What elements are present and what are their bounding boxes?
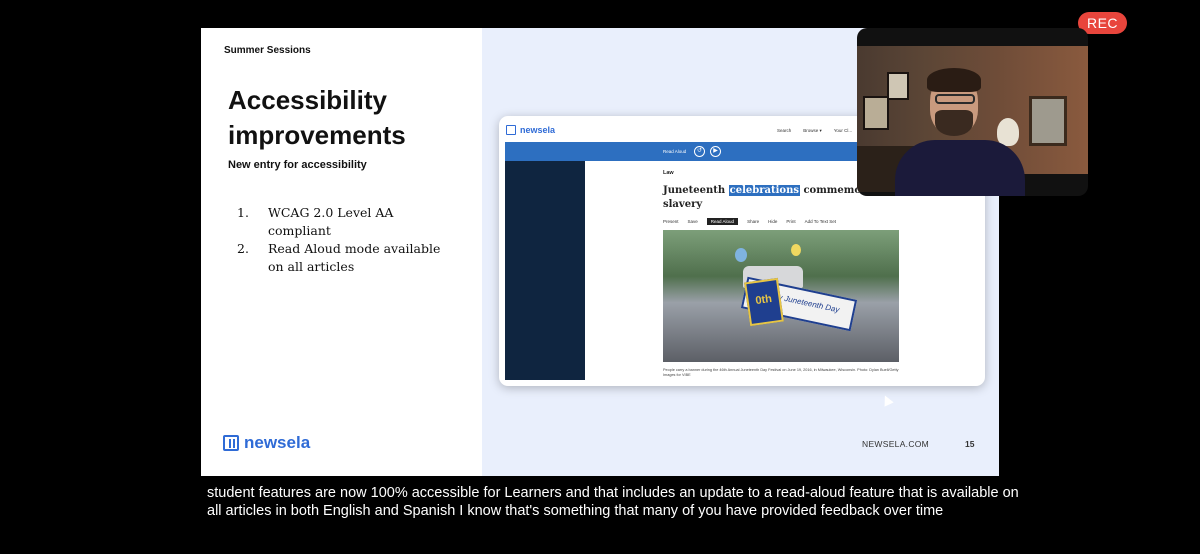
present-button[interactable]: Present — [663, 219, 679, 224]
balloon-shape — [791, 244, 801, 256]
article-logo-text: newsela — [520, 125, 556, 135]
picture-frame — [863, 96, 889, 130]
list-item: 2. Read Aloud mode available on all arti… — [237, 240, 458, 276]
list-number: 2. — [237, 241, 249, 256]
person-shirt — [895, 140, 1025, 196]
article-logo: newsela — [506, 125, 555, 135]
article-nav: Search Browse ▾ Your Cl... — [777, 128, 852, 134]
slide-logo-text: newsela — [244, 433, 311, 452]
list-item: 1. WCAG 2.0 Level AA compliant — [237, 204, 458, 240]
article-sidebar — [505, 161, 585, 380]
article-toolbar: Present Save Read Aloud Share Hide Print… — [663, 218, 836, 225]
caption-line-1: student features are now 100% accessible… — [207, 485, 1019, 501]
photo-sign: 0th — [744, 277, 784, 327]
webcam-background — [857, 46, 1088, 196]
read-aloud-button[interactable]: Read Aloud — [706, 218, 739, 225]
balloon-shape — [735, 248, 747, 262]
play-icon[interactable]: ▶ — [710, 146, 721, 157]
article-category: Law — [663, 170, 674, 176]
picture-frame — [1029, 96, 1067, 146]
slide-logo: newsela — [223, 433, 310, 453]
hide-button[interactable]: Hide — [768, 219, 777, 224]
feature-list: 1. WCAG 2.0 Level AA compliant 2. Read A… — [237, 204, 458, 276]
headline-start: Juneteenth — [663, 185, 729, 196]
person-hair — [927, 68, 981, 92]
share-button[interactable]: Share — [747, 219, 759, 224]
photo-caption: People carry a banner during the 46th An… — [663, 368, 899, 377]
article-photo: Happy Juneteenth Day 0th — [663, 230, 899, 362]
list-text: Read Aloud mode available on all article… — [268, 241, 441, 274]
list-number: 1. — [237, 205, 249, 220]
slide-title-line2: improvements — [228, 120, 406, 150]
restart-icon[interactable]: ↺ — [694, 146, 705, 157]
slide-title: Accessibility improvements — [228, 83, 468, 153]
nav-your-classes[interactable]: Your Cl... — [834, 128, 852, 134]
nav-search[interactable]: Search — [777, 128, 791, 134]
session-label: Summer Sessions — [224, 45, 311, 56]
vase — [997, 118, 1019, 146]
newsela-logo-icon — [506, 125, 516, 135]
slide-subtitle: New entry for accessibility — [228, 159, 367, 171]
add-to-text-set-button[interactable]: Add To Text Set — [805, 219, 836, 224]
slide-page-number: 15 — [965, 439, 975, 449]
slide-title-line1: Accessibility — [228, 85, 387, 115]
list-text: WCAG 2.0 Level AA compliant — [268, 205, 394, 238]
person-beard — [935, 110, 973, 136]
print-button[interactable]: Print — [786, 219, 795, 224]
webcam-video — [857, 28, 1088, 196]
save-button[interactable]: Save — [688, 219, 698, 224]
nav-browse[interactable]: Browse ▾ — [803, 128, 822, 134]
picture-frame — [887, 72, 909, 100]
headline-highlighted-word: celebrations — [728, 185, 800, 196]
person-glasses — [935, 94, 975, 104]
live-captions: student features are now 100% accessible… — [207, 484, 1019, 520]
caption-line-2: all articles in both English and Spanish… — [207, 503, 944, 519]
slide-website: NEWSELA.COM — [862, 439, 930, 449]
read-aloud-label: Read Aloud — [663, 149, 687, 154]
newsela-logo-icon — [223, 435, 239, 451]
